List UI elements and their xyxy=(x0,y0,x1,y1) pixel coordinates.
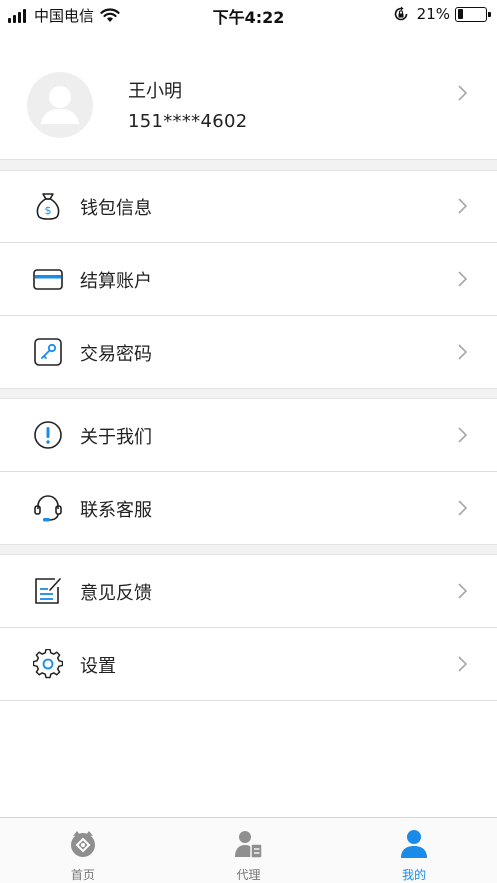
menu-label: 交易密码 xyxy=(80,344,152,365)
tab-agent[interactable]: 代理 xyxy=(166,818,332,883)
menu-group-settings: 意见反馈 设置 xyxy=(0,555,497,701)
menu-label: 结算账户 xyxy=(80,271,152,292)
chevron-right-icon xyxy=(458,656,467,672)
menu-item-trade-password[interactable]: 交易密码 xyxy=(0,316,497,389)
agent-icon xyxy=(234,831,263,859)
avatar[interactable] xyxy=(27,72,93,138)
chevron-right-icon xyxy=(458,583,467,599)
home-icon xyxy=(70,831,95,857)
tab-label: 代理 xyxy=(236,868,261,882)
menu-label: 设置 xyxy=(80,656,116,677)
menu-label: 钱包信息 xyxy=(80,198,152,219)
menu-label: 关于我们 xyxy=(80,427,152,448)
key-icon xyxy=(34,338,62,366)
menu-item-about-us[interactable]: 关于我们 xyxy=(0,399,497,472)
profile-phone: 151****4602 xyxy=(128,111,248,132)
menu-label: 联系客服 xyxy=(80,500,152,521)
chevron-right-icon xyxy=(458,500,467,516)
feedback-icon xyxy=(35,578,61,604)
headset-icon xyxy=(34,495,62,522)
money-bag-icon: $ xyxy=(36,193,60,220)
menu-item-feedback[interactable]: 意见反馈 xyxy=(0,555,497,628)
profile-name: 王小明 xyxy=(128,81,182,102)
menu-item-customer-service[interactable]: 联系客服 xyxy=(0,472,497,545)
menu-group-wallet: $ 钱包信息 结算账户 交易密码 xyxy=(0,170,497,389)
profile-card[interactable]: 王小明 151****4602 xyxy=(0,50,497,160)
menu-group-about: 关于我们 联系客服 xyxy=(0,399,497,545)
status-right: 21% xyxy=(393,5,491,23)
rotation-lock-icon xyxy=(394,6,407,21)
svg-text:$: $ xyxy=(45,204,52,217)
chevron-right-icon xyxy=(458,427,467,443)
default-avatar-icon xyxy=(41,86,79,124)
battery-icon xyxy=(455,6,491,22)
menu-item-settings[interactable]: 设置 xyxy=(0,628,497,701)
tab-label: 我的 xyxy=(402,868,427,882)
chevron-right-icon xyxy=(458,198,467,214)
card-icon xyxy=(33,269,63,290)
chevron-right-icon xyxy=(458,85,467,101)
profile-icon xyxy=(401,830,428,858)
tab-bar: 首页 代理 我的 xyxy=(0,817,497,883)
section-divider xyxy=(0,388,497,399)
tab-label: 首页 xyxy=(70,868,95,882)
menu-item-settlement-account[interactable]: 结算账户 xyxy=(0,243,497,316)
section-divider xyxy=(0,544,497,555)
battery-percent: 21% xyxy=(416,5,450,23)
chevron-right-icon xyxy=(458,344,467,360)
info-icon xyxy=(34,421,62,449)
chevron-right-icon xyxy=(458,271,467,287)
status-bar: 中国电信 下午4:22 21% xyxy=(0,0,497,30)
tab-mine[interactable]: 我的 xyxy=(331,818,497,883)
menu-label: 意见反馈 xyxy=(80,583,152,604)
menu-item-wallet-info[interactable]: $ 钱包信息 xyxy=(0,170,497,243)
gear-icon xyxy=(33,649,63,679)
tab-home[interactable]: 首页 xyxy=(0,818,166,883)
